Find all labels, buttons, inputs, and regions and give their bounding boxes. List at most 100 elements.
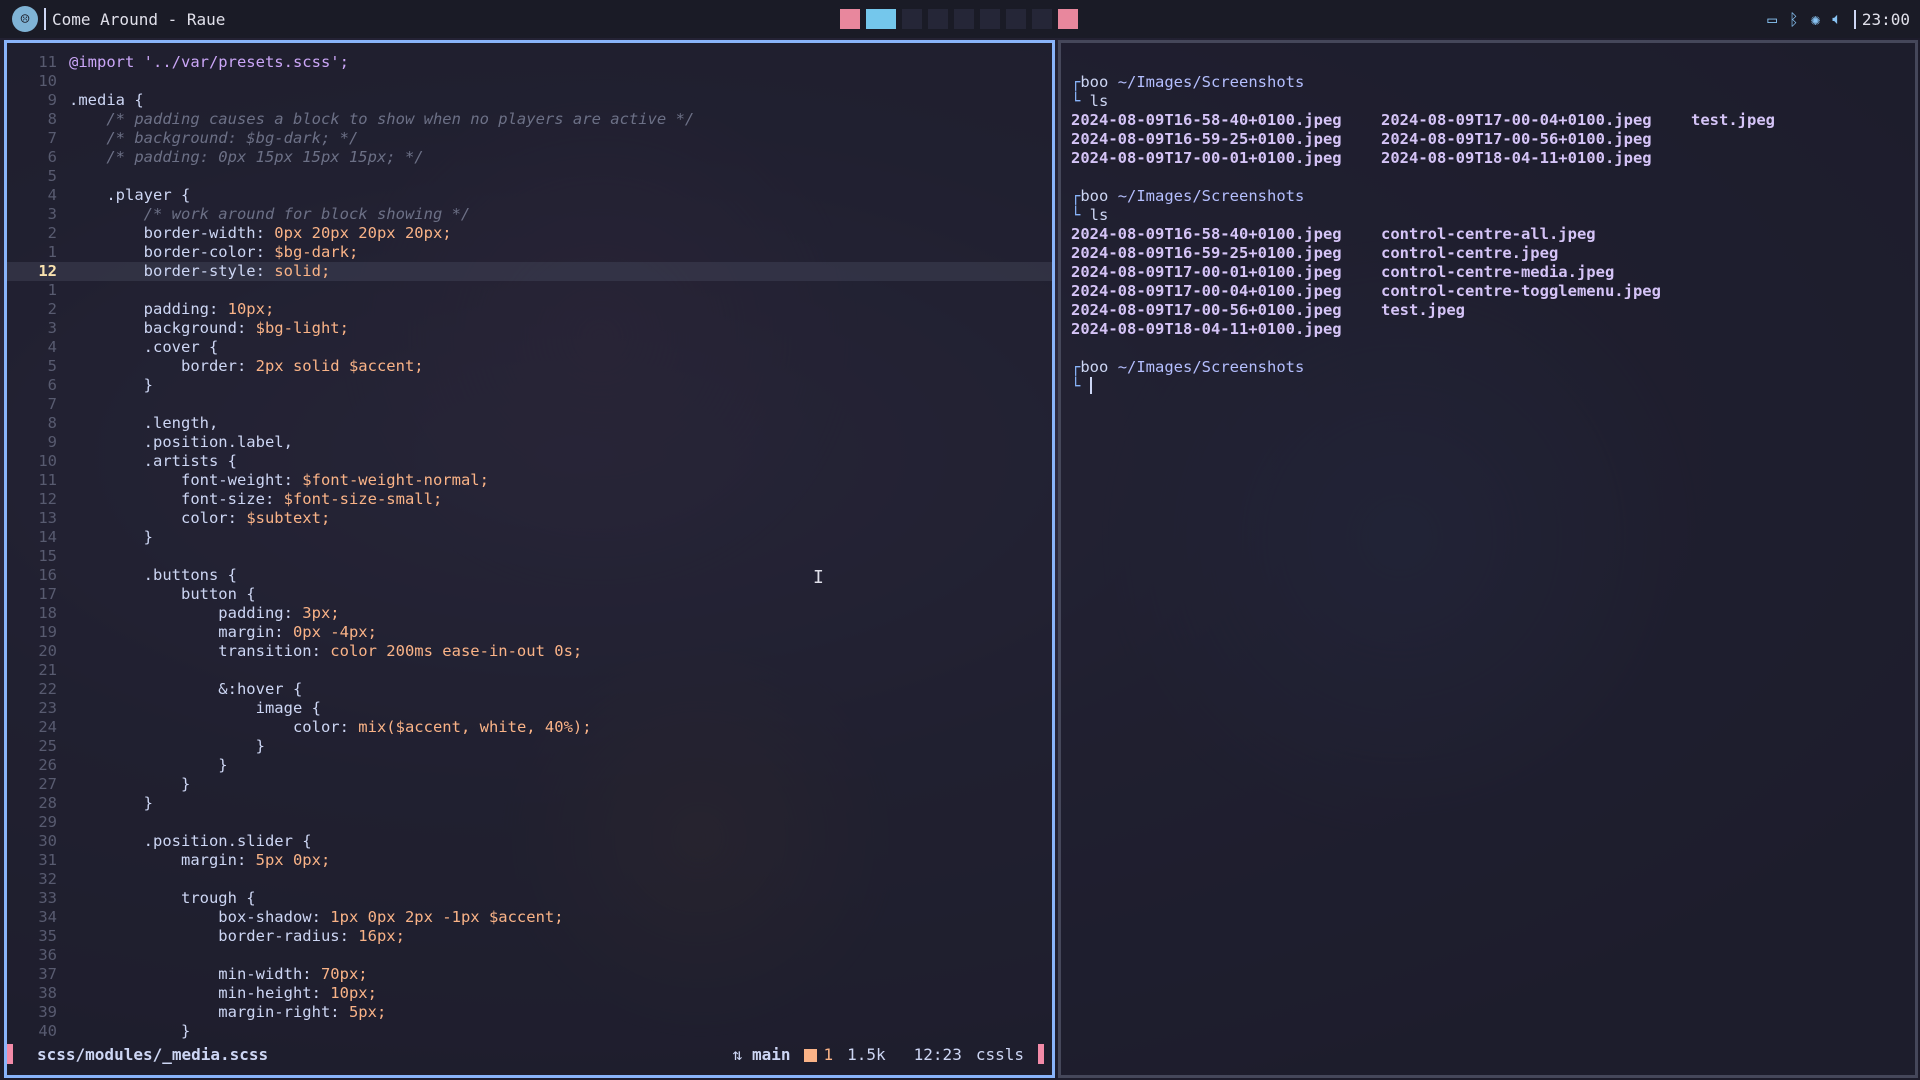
property: border-width: [69, 224, 265, 242]
line-text: } [69, 737, 265, 755]
line-number: 33 [38, 889, 57, 907]
code-line: 24 color: mix($accent, white, 40%); [7, 718, 1052, 737]
line-number: 18 [38, 604, 57, 622]
ls-row: 2024-08-09T18-04-11+0100.jpeg [1071, 320, 1775, 339]
file-entry[interactable]: 2024-08-09T17-00-04+0100.jpeg [1381, 111, 1691, 130]
code-line: 2 padding: 10px; [7, 300, 1052, 319]
ls-row: 2024-08-09T16-58-40+0100.jpeg 2024-08-09T… [1071, 111, 1775, 130]
line-number: 22 [38, 680, 57, 698]
ls-row: 2024-08-09T17-00-01+0100.jpeg 2024-08-09T… [1071, 149, 1775, 168]
line-number: 10 [38, 452, 57, 470]
brightness-icon[interactable]: ✺ [1811, 10, 1821, 29]
file-entry[interactable]: 2024-08-09T17-00-04+0100.jpeg [1071, 282, 1381, 301]
code-line: 32 [7, 870, 1052, 889]
workspace-6[interactable] [980, 9, 1000, 29]
code-line: 22 &:hover { [7, 680, 1052, 699]
prompt-arrow: └ [1071, 92, 1090, 110]
line-number: 5 [47, 357, 57, 375]
code-line: 5 [7, 167, 1052, 186]
divider [44, 8, 46, 30]
file-entry[interactable]: control-centre-all.jpeg [1381, 225, 1691, 244]
code-line: 9 .position.label, [7, 433, 1052, 452]
line-text: font-size: $font-size-small; [69, 490, 442, 509]
property: min-height: [69, 984, 321, 1002]
prompt-line: ┌ boo ~/Images/Screenshots [1071, 358, 1775, 377]
volume-icon[interactable]: 🔈︎ [1832, 9, 1842, 29]
file-entry[interactable]: 2024-08-09T16-58-40+0100.jpeg [1071, 225, 1381, 244]
file-entry[interactable]: 2024-08-09T18-04-11+0100.jpeg [1071, 320, 1381, 339]
line-text: border: 2px solid $accent; [69, 357, 424, 376]
editor-pane[interactable]: 11 @import '../var/presets.scss'; 10 9 .medi… [4, 40, 1055, 1078]
code-line: 21 [7, 661, 1052, 680]
code-line: 9 .media { [7, 91, 1052, 110]
file-entry[interactable]: 2024-08-09T17-00-56+0100.jpeg [1381, 130, 1691, 149]
code-line: 12 border-style: solid; [7, 262, 1052, 281]
git-branch-icon: ⇅ [732, 1044, 743, 1064]
line-number: 35 [38, 927, 57, 945]
workspace-5[interactable] [954, 9, 974, 29]
line-text: } [69, 376, 153, 394]
workspace-3[interactable] [902, 9, 922, 29]
prompt-user: boo [1080, 358, 1109, 376]
workspace-4[interactable] [928, 9, 948, 29]
line-text: } [69, 756, 228, 774]
file-entry[interactable]: test.jpeg [1691, 111, 1775, 130]
property: border-color: [69, 243, 265, 261]
line-text: .buttons { [69, 566, 237, 584]
monitor-icon[interactable]: ▭ [1767, 10, 1777, 29]
workspace-9[interactable] [1058, 9, 1078, 29]
prompt-corner: ┌ [1071, 73, 1081, 91]
file-entry[interactable]: 2024-08-09T18-04-11+0100.jpeg [1381, 149, 1691, 168]
workspace-2[interactable] [866, 9, 896, 29]
line-text: margin-right: 5px; [69, 1003, 386, 1022]
code-line: 7 [7, 395, 1052, 414]
value: mix($accent, white, 40%); [348, 718, 592, 736]
file-entry[interactable]: 2024-08-09T16-59-25+0100.jpeg [1071, 130, 1381, 149]
file-entry[interactable]: control-centre-togglemenu.jpeg [1381, 282, 1691, 301]
workspace-1[interactable] [840, 9, 860, 29]
terminal-pane[interactable]: ┌ boo ~/Images/Screenshots └ ls 2024-08-09T… [1058, 40, 1918, 1078]
workspace-8[interactable] [1032, 9, 1052, 29]
line-text: .position.slider { [69, 832, 312, 850]
prompt-line: ┌ boo ~/Images/Screenshots [1071, 73, 1775, 92]
line-number: 6 [47, 376, 57, 394]
bluetooth-icon[interactable]: ᛒ [1789, 10, 1799, 29]
value: 5px 0px; [246, 851, 331, 869]
code-view[interactable]: 11 @import '../var/presets.scss'; 10 9 .medi… [7, 53, 1052, 1041]
line-text: padding: 3px; [69, 604, 339, 623]
file-size: 1.5k [847, 1044, 886, 1064]
code-line: 13 color: $subtext; [7, 509, 1052, 528]
text-cursor [1089, 377, 1092, 394]
line-text: font-weight: $font-weight-normal; [69, 471, 489, 490]
prompt-line: ┌ boo ~/Images/Screenshots [1071, 187, 1775, 206]
file-entry[interactable]: test.jpeg [1381, 301, 1691, 320]
line-number: 16 [38, 566, 57, 584]
workspace-7[interactable] [1006, 9, 1026, 29]
line-number: 15 [38, 547, 57, 565]
file-entry[interactable]: control-centre.jpeg [1381, 244, 1691, 263]
file-entry[interactable]: 2024-08-09T17-00-01+0100.jpeg [1071, 149, 1381, 168]
prompt-corner: ┌ [1071, 187, 1081, 205]
file-entry[interactable]: 2024-08-09T16-58-40+0100.jpeg [1071, 111, 1381, 130]
code-line: 25 } [7, 737, 1052, 756]
file-entry[interactable]: 2024-08-09T17-00-56+0100.jpeg [1071, 301, 1381, 320]
file-entry[interactable]: 2024-08-09T16-59-25+0100.jpeg [1071, 244, 1381, 263]
line-text: /* work around for block showing */ [69, 205, 471, 223]
value: 0px -4px; [283, 623, 377, 641]
property: min-width: [69, 965, 312, 983]
line-text: min-height: 10px; [69, 984, 377, 1003]
line-text: @import '../var/presets.scss'; [69, 53, 349, 71]
file-entry[interactable]: control-centre-media.jpeg [1381, 263, 1691, 282]
code-line: 37 min-width: 70px; [7, 965, 1052, 984]
distro-logo-icon[interactable]: ☹ [12, 6, 38, 32]
diagnostics-count: 1 [804, 1045, 833, 1064]
line-text: transition: color 200ms ease-in-out 0s; [69, 642, 582, 661]
code-line: 33 trough { [7, 889, 1052, 908]
file-entry[interactable]: 2024-08-09T17-00-01+0100.jpeg [1071, 263, 1381, 282]
code-line: 31 margin: 5px 0px; [7, 851, 1052, 870]
value: 2px solid $accent; [246, 357, 424, 375]
ls-row: 2024-08-09T17-00-56+0100.jpeg test.jpeg [1071, 301, 1775, 320]
ls-row: 2024-08-09T17-00-04+0100.jpeg control-cen… [1071, 282, 1775, 301]
terminal-output[interactable]: ┌ boo ~/Images/Screenshots └ ls 2024-08-09T… [1071, 73, 1775, 396]
